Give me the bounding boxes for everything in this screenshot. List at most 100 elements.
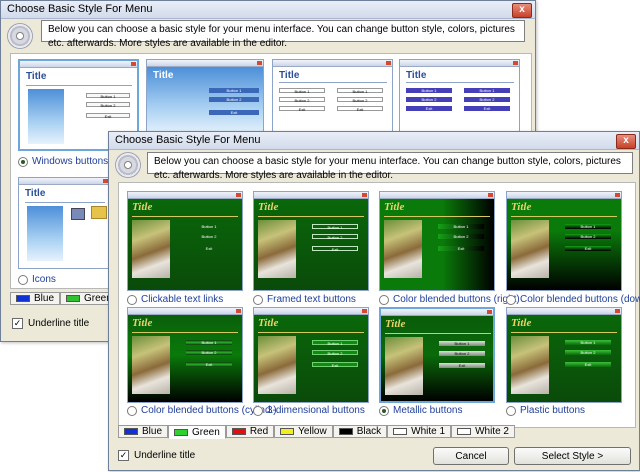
tab-red[interactable]: Red [225, 425, 275, 438]
thumb-title: Title [258, 317, 279, 329]
option-label: Color blended buttons (down) [520, 294, 640, 305]
back-thumb-blue-buttons[interactable]: Title Button 1 Button 2 Exit Button 1 Bu… [399, 59, 520, 133]
style-thumb-7[interactable]: Title Button 1 Button 2 Exit [506, 307, 622, 403]
menu-button: Button 1 [565, 340, 611, 345]
cafe-picture [385, 337, 423, 395]
style-thumb-6[interactable]: Title Button 1 Button 2 Exit [379, 307, 495, 403]
menu-button: Button 2 [439, 351, 485, 356]
cafe-picture [511, 220, 549, 278]
cafe-picture [511, 336, 549, 394]
tab-label: Yellow [298, 426, 327, 437]
underline-title-checkbox[interactable]: ✓ Underline title [118, 450, 195, 461]
cd-icon [115, 152, 141, 178]
checkbox-box[interactable]: ✓ [12, 318, 23, 329]
color-swatch [174, 428, 189, 436]
back-underline-checkbox[interactable]: ✓ Underline title [12, 318, 89, 329]
thumb-titlebar [507, 308, 621, 315]
tab-black[interactable]: Black [332, 425, 388, 438]
checkbox-box[interactable]: ✓ [118, 450, 129, 461]
tab-blue[interactable]: Blue [118, 425, 169, 438]
back-thumb-sky[interactable]: Title Button 1 Button 2 Exit [146, 59, 264, 133]
tab-white-1[interactable]: White 1 [387, 425, 452, 438]
front-title-bar[interactable]: Choose Basic Style For Menu x [109, 132, 639, 150]
radio-dot[interactable] [253, 405, 263, 416]
radio-dot[interactable] [253, 294, 263, 305]
thumb-titlebar [19, 178, 109, 185]
title-underline [511, 216, 617, 217]
menu-button: Button 1 [565, 224, 611, 229]
style-option-1[interactable]: Framed text buttons [253, 294, 356, 305]
tab-label: Black [356, 426, 382, 437]
computer-icon [71, 208, 85, 220]
menu-button: Button 2 [406, 97, 452, 102]
menu-button: Button 1 [201, 224, 217, 229]
radio-dot[interactable] [506, 294, 516, 305]
front-window-title: Choose Basic Style For Menu [115, 134, 261, 146]
thumb-titlebar [128, 308, 242, 315]
menu-button: Exit [565, 362, 611, 367]
radio-dot[interactable] [127, 294, 137, 305]
radio-dot[interactable] [18, 156, 28, 167]
color-swatch [124, 428, 138, 435]
cafe-picture [132, 336, 170, 394]
sky-picture [28, 89, 64, 144]
back-option-icons[interactable]: Icons [18, 274, 56, 285]
style-thumb-5[interactable]: Title Button 1 Button 2 Exit [253, 307, 369, 403]
menu-button: Button 2 [312, 234, 358, 240]
menu-button: Exit [279, 106, 325, 112]
back-close-icon[interactable]: x [512, 3, 532, 18]
thumb-title: Title [132, 201, 153, 213]
back-option-windows-buttons[interactable]: Windows buttons [18, 156, 108, 167]
menu-button: Button 1 [406, 88, 452, 93]
style-option-0[interactable]: Clickable text links [127, 294, 223, 305]
thumb-titlebar [273, 60, 392, 67]
cancel-button[interactable]: Cancel [433, 447, 509, 465]
thumb-titlebar [380, 192, 494, 199]
menu-button: Exit [312, 362, 358, 368]
style-option-3[interactable]: Color blended buttons (down) [506, 294, 640, 305]
option-label: Plastic buttons [520, 405, 586, 416]
menu-button: Button 2 [209, 97, 259, 102]
select-style-button[interactable]: Select Style > [514, 447, 631, 465]
back-tab-blue[interactable]: Blue [10, 292, 61, 305]
radio-dot[interactable] [379, 294, 389, 305]
menu-button: Button 1 [337, 88, 383, 94]
menu-button: Button 2 [312, 350, 358, 356]
menu-button: Button 2 [337, 97, 383, 103]
thumb-titlebar [128, 192, 242, 199]
back-title-bar[interactable]: Choose Basic Style For Menu x [1, 1, 535, 19]
style-thumb-2[interactable]: Title Button 1 Button 2 Exit [379, 191, 495, 291]
style-thumb-4[interactable]: Title Button 1 Button 2 Exit [127, 307, 243, 403]
front-dialog: Choose Basic Style For Menu x Below you … [108, 131, 640, 471]
radio-dot[interactable] [506, 405, 516, 416]
back-thumb-icons[interactable]: Title [18, 177, 110, 269]
style-option-6[interactable]: Metallic buttons [379, 405, 462, 416]
radio-dot[interactable] [379, 405, 389, 416]
style-thumb-1[interactable]: Title Button 1 Button 2 Exit [253, 191, 369, 291]
title-underline [406, 82, 514, 83]
color-swatch [66, 295, 81, 302]
cafe-picture [258, 336, 296, 394]
front-close-icon[interactable]: x [616, 134, 636, 149]
tab-yellow[interactable]: Yellow [274, 425, 333, 438]
thumb-titlebar [400, 60, 519, 67]
radio-dot[interactable] [18, 274, 28, 285]
style-thumb-0[interactable]: Title Button 1 Button 2 Exit [127, 191, 243, 291]
thumb-titlebar [381, 309, 493, 316]
style-option-5[interactable]: 3-dimensional buttons [253, 405, 365, 416]
option-label: Windows buttons [32, 156, 109, 167]
radio-dot[interactable] [127, 405, 137, 416]
thumb-titlebar [507, 192, 621, 199]
back-thumb-plain[interactable]: Title Button 1 Button 2 Exit Button 1 Bu… [272, 59, 393, 133]
title-underline [132, 332, 238, 333]
back-description: Below you can choose a basic style for y… [41, 20, 525, 49]
style-option-7[interactable]: Plastic buttons [506, 405, 585, 416]
style-option-2[interactable]: Color blended buttons (right) [379, 294, 520, 305]
style-thumb-3[interactable]: Title Button 1 Button 2 Exit [506, 191, 622, 291]
thumb-title: Title [258, 201, 279, 213]
menu-button: Button 2 [201, 234, 217, 239]
tab-white-2[interactable]: White 2 [451, 425, 515, 438]
color-swatch [231, 428, 246, 435]
tab-green[interactable]: Green [168, 425, 226, 439]
thumb-titlebar [20, 61, 137, 68]
